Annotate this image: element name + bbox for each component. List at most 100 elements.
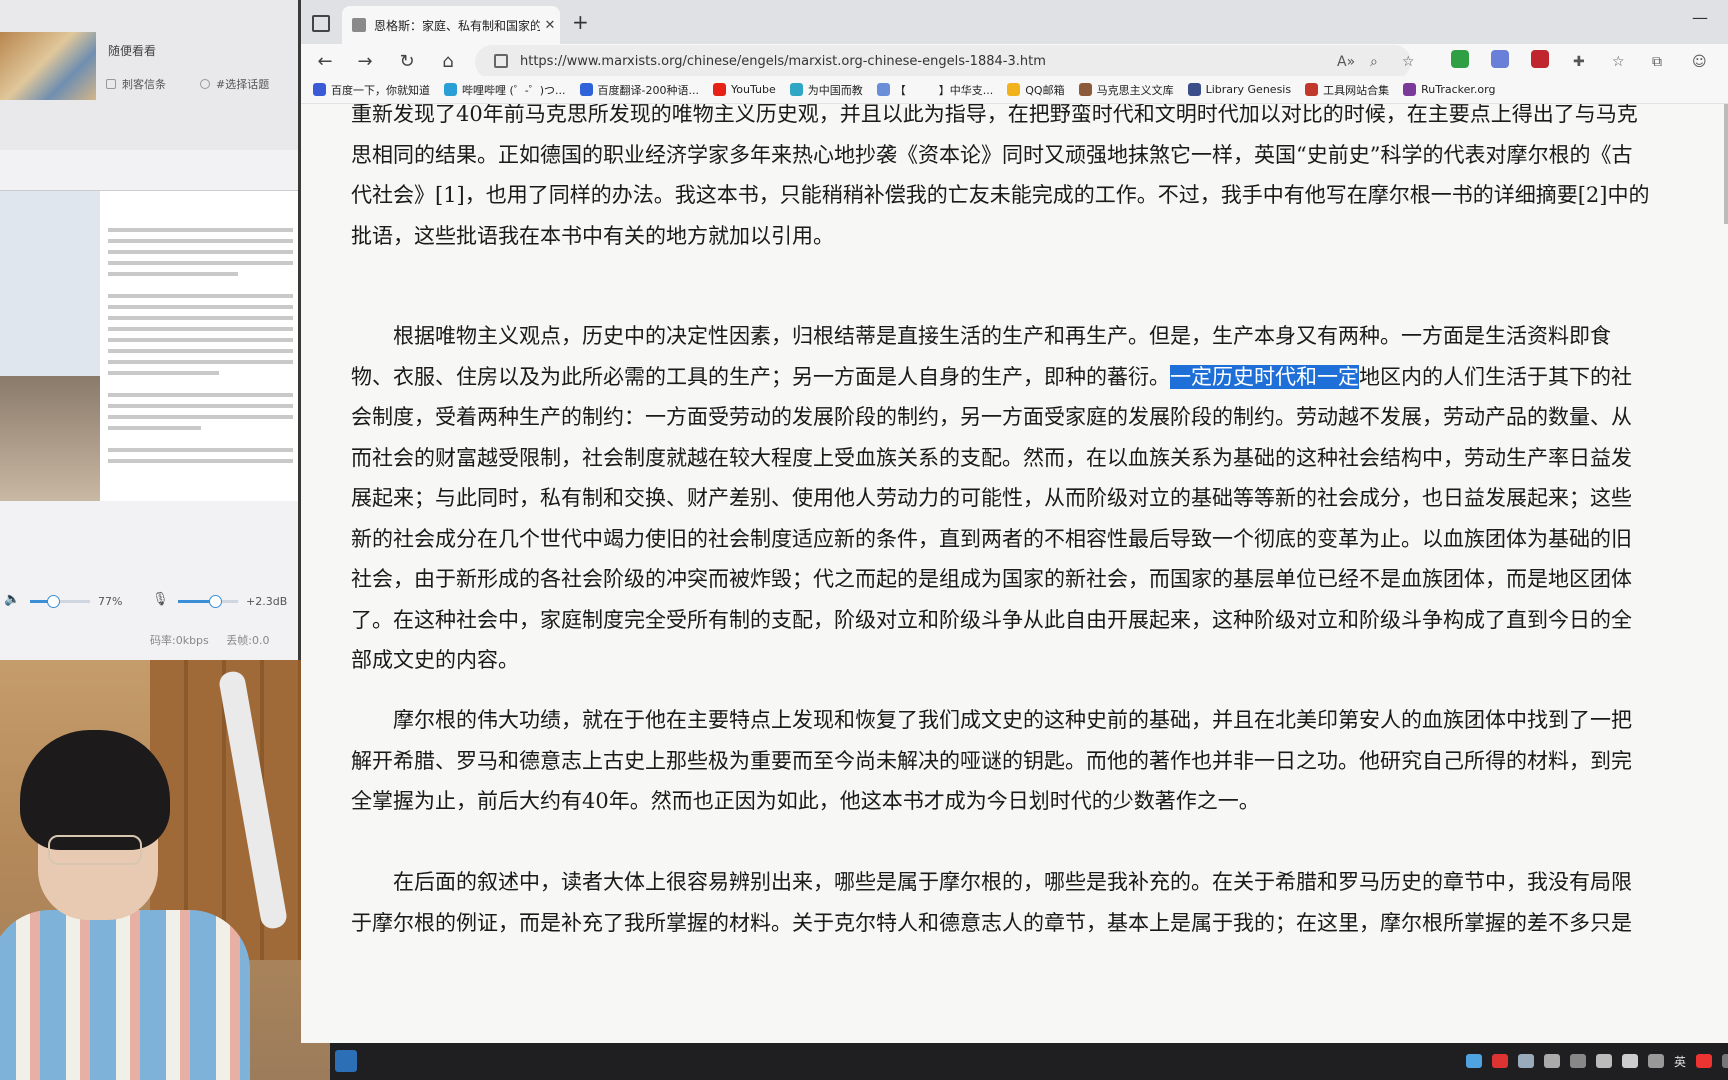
tab-title: 恩格斯：家庭、私有制和国家的起源: [374, 18, 540, 33]
pen-icon[interactable]: [1648, 1054, 1664, 1068]
bookmark-label: QQ邮箱: [1025, 83, 1065, 97]
bookmark-icon: [713, 83, 727, 96]
forward-icon[interactable]: →: [351, 48, 379, 76]
text-line: 了。在这种社会中，家庭制度完全受所有制的支配，阶级对立和阶级斗争从此自由开展起来…: [351, 607, 1632, 632]
app-tray-icon[interactable]: [1492, 1054, 1508, 1068]
webcam-feed: [0, 660, 330, 1080]
bookmark-item[interactable]: 【 】中华支...: [876, 82, 994, 98]
volume-icon[interactable]: [1622, 1054, 1638, 1068]
bookmark-item[interactable]: QQ邮箱: [1007, 82, 1065, 98]
mic-gain-slider[interactable]: [178, 595, 238, 608]
app-launcher-icon[interactable]: [335, 1050, 357, 1072]
refresh-icon[interactable]: ↻: [393, 48, 421, 76]
bookmark-label: 百度翻译-200种语...: [597, 83, 700, 97]
speaker-volume-slider[interactable]: [30, 595, 90, 608]
text-line: 摩尔根的伟大功绩，就在于他在主要特点上发现和恢复了我们成文史的这种史前的基础，并…: [351, 708, 1632, 732]
bookmark-icon: [1078, 83, 1092, 96]
bookmark-item[interactable]: YouTube: [713, 83, 776, 96]
collections-icon[interactable]: ⧉: [1652, 50, 1662, 74]
notification-icon[interactable]: [1722, 1054, 1728, 1068]
minimize-icon[interactable]: —: [1692, 8, 1708, 27]
favorite-star-icon[interactable]: ☆: [1402, 50, 1415, 74]
bookmark-icon: [313, 83, 326, 96]
bookmark-icon: [444, 83, 457, 96]
mic-gain-value: +2.3dB: [246, 595, 288, 608]
text-line: 重新发现了40年前马克思所发现的唯物主义历史观，并且以此为指导，在把野蛮时代和文…: [351, 104, 1638, 126]
preview-text-lines: [108, 221, 293, 470]
active-tab[interactable]: 恩格斯：家庭、私有制和国家的起源 ✕: [342, 6, 560, 44]
stream-title-input[interactable]: 随便看看: [100, 38, 298, 60]
bookmark-label: RuTracker.org: [1421, 83, 1496, 96]
speaker-icon[interactable]: 🔈: [4, 592, 20, 607]
paragraph-2: 根据唯物主义观点，历史中的决定性因素，归根结蒂是直接生活的生产和再生产。但是，生…: [351, 316, 1721, 681]
text-line: 物、衣服、住房以及为此所必需的工具的生产；另一方面是人自身的生产，即种的蕃衍。一…: [351, 364, 1632, 389]
paragraph-1: 重新发现了40年前马克思所发现的唯物主义历史观，并且以此为指导，在把野蛮时代和文…: [351, 104, 1721, 256]
bookmark-item[interactable]: 工具网站合集: [1305, 82, 1389, 98]
selected-text[interactable]: 一定历史时代和一定: [1170, 364, 1359, 389]
lock-icon[interactable]: [494, 54, 508, 68]
new-tab-icon[interactable]: +: [572, 10, 589, 34]
bookmark-item[interactable]: 哔哩哔哩 (゜-゜)つ...: [444, 82, 566, 98]
bookmark-item[interactable]: RuTracker.org: [1403, 83, 1495, 96]
app-tray-icon-2[interactable]: [1518, 1054, 1534, 1068]
read-aloud-icon[interactable]: A»: [1337, 50, 1355, 74]
category-label: 刺客信条: [122, 78, 166, 91]
audio-controls: 🔈 77% 🎙 +2.3dB: [0, 590, 298, 614]
vertical-tabs-icon[interactable]: [312, 15, 330, 32]
favorites-icon[interactable]: ☆: [1612, 50, 1625, 74]
topic-chip[interactable]: #选择话题: [200, 76, 269, 92]
bookmark-item[interactable]: 马克思主义文库: [1078, 82, 1174, 98]
topic-icon: [200, 79, 210, 89]
text-line: 会制度，受着两种生产的制约：一方面受劳动的发展阶段的制约，另一方面受家庭的发展阶…: [351, 405, 1632, 429]
text-line: 于摩尔根的例证，而是补充了我所掌握的材料。关于克尔特人和德意志人的章节，基本上是…: [351, 910, 1632, 935]
page-favicon-icon: [352, 18, 366, 32]
system-tray: 英 20: [1466, 1048, 1728, 1074]
bookmark-icon: [579, 83, 593, 96]
chevron-up-icon[interactable]: [1544, 1054, 1560, 1068]
scrollbar-thumb[interactable]: [1724, 104, 1728, 224]
ime-app-icon[interactable]: [1696, 1054, 1713, 1068]
bookmark-icon: [1187, 83, 1201, 96]
home-icon[interactable]: ⌂: [434, 48, 462, 76]
bookmark-label: 哔哩哔哩 (゜-゜)つ...: [462, 83, 566, 97]
text-line: 在后面的叙述中，读者大体上很容易辨别出来，哪些是属于摩尔根的，哪些是我补充的。在…: [351, 870, 1632, 894]
stream-cover-thumbnail[interactable]: [0, 32, 96, 100]
dropped-frames-text: 丢帧:0.0: [226, 634, 270, 647]
text-line: 社会，由于新形成的各社会阶级的冲突而被炸毁；代之而起的是组成为国家的新社会，而国…: [351, 567, 1632, 591]
topic-label: #选择话题: [216, 78, 270, 91]
preview-webcam: [0, 376, 100, 501]
stream-stats: 码率:0kbps 丢帧:0.0: [150, 632, 269, 648]
bookmark-item[interactable]: 百度翻译-200种语...: [579, 82, 700, 98]
paragraph-4: 在后面的叙述中，读者大体上很容易辨别出来，哪些是属于摩尔根的，哪些是我补充的。在…: [351, 862, 1721, 943]
bookmark-icon: [1305, 83, 1319, 96]
text-line: 全掌握为止，前后大约有40年。然而也正因为如此，他这本书才成为今日划时代的少数著…: [351, 789, 1260, 813]
bookmark-item[interactable]: 为中国而教: [789, 82, 863, 98]
back-icon[interactable]: ←: [311, 48, 339, 76]
bookmark-label: 【 】中华支...: [894, 83, 994, 97]
ime-indicator[interactable]: 英: [1674, 1053, 1686, 1070]
bookmark-item[interactable]: Library Genesis: [1187, 83, 1292, 96]
text-line: 解开希腊、罗马和德意志上古史上那些极为重要而至今尚未解决的哑谜的钥匙。而他的著作…: [351, 748, 1632, 773]
bookmark-label: 为中国而教: [807, 83, 863, 97]
text-line: 根据唯物主义观点，历史中的决定性因素，归根结蒂是直接生活的生产和再生产。但是，生…: [393, 324, 1611, 348]
tab-close-icon[interactable]: ✕: [540, 18, 560, 33]
zoom-icon[interactable]: ⌕: [1370, 50, 1378, 74]
bookmark-label: 百度一下，你就知道: [331, 83, 430, 97]
url-text[interactable]: https://www.marxists.org/chinese/engels/…: [520, 50, 1046, 74]
category-chip[interactable]: 刺客信条: [106, 76, 166, 92]
usb-icon[interactable]: [1570, 1054, 1586, 1068]
profile-icon[interactable]: ☺: [1692, 50, 1707, 74]
bookmark-item[interactable]: 百度一下，你就知道: [313, 82, 430, 98]
microphone-icon[interactable]: 🎙: [152, 592, 169, 607]
bookmarks-bar: 百度一下，你就知道 哔哩哔哩 (゜-゜)つ... 百度翻译-200种语... YouT…: [301, 76, 1728, 104]
stream-preview: [0, 190, 298, 501]
extension-icon[interactable]: [1491, 50, 1509, 68]
bookmark-label: Library Genesis: [1205, 83, 1292, 96]
network-app-icon[interactable]: [1466, 1054, 1482, 1068]
display-icon[interactable]: [1596, 1054, 1612, 1068]
paragraph-3: 摩尔根的伟大功绩，就在于他在主要特点上发现和恢复了我们成文史的这种史前的基础，并…: [351, 700, 1721, 822]
article-content: 重新发现了40年前马克思所发现的唯物主义历史观，并且以此为指导，在把野蛮时代和文…: [301, 104, 1728, 1043]
shield-extension-icon[interactable]: [1451, 50, 1469, 68]
extensions-puzzle-icon[interactable]: ✚: [1573, 50, 1585, 74]
flag-extension-icon[interactable]: [1531, 50, 1549, 68]
